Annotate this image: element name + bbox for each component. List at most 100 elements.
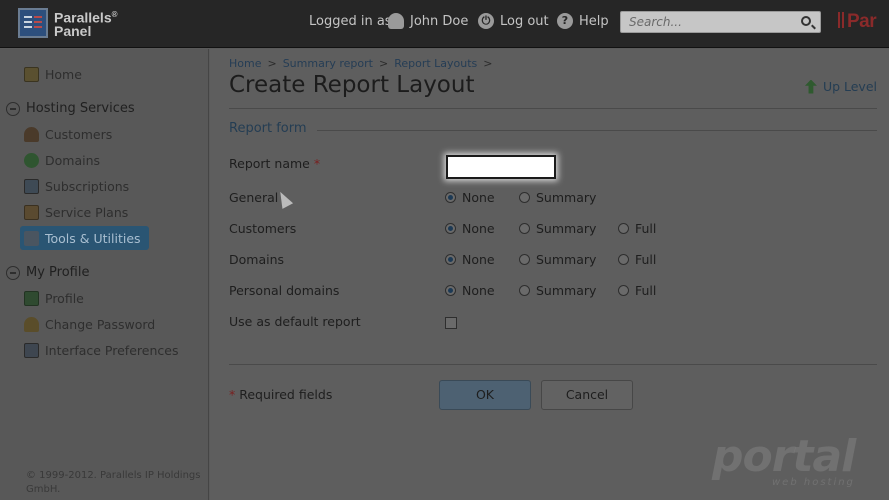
customers-radio-summary[interactable]: Summary — [519, 221, 596, 236]
sidebar-item-label: Profile — [45, 290, 84, 306]
search-input[interactable] — [621, 12, 791, 32]
ok-button[interactable]: OK — [439, 380, 531, 410]
breadcrumb-separator: > — [267, 57, 277, 70]
copyright-text: © 1999-2012. Parallels IP Holdings GmbH. — [26, 470, 201, 495]
user-name-link[interactable]: John Doe — [410, 14, 468, 29]
required-asterisk: * — [229, 387, 236, 402]
user-icon — [388, 13, 404, 29]
sidebar-item-home[interactable]: Home — [24, 63, 82, 85]
sidebar-item-label: Service Plans — [45, 204, 129, 220]
main-content: Home > Summary report > Report Layouts >… — [210, 49, 889, 500]
sidebar-item-domains[interactable]: Domains — [24, 149, 100, 171]
radio-icon[interactable] — [519, 285, 530, 296]
up-arrow-icon — [804, 79, 817, 94]
default-report-checkbox[interactable] — [445, 317, 457, 329]
logout-link[interactable]: Log out — [500, 14, 549, 29]
title-divider — [229, 108, 877, 109]
radio-label: None — [462, 283, 495, 298]
report-name-input[interactable] — [446, 155, 556, 179]
report-name-label: Report name * — [229, 156, 320, 171]
radio-selected-icon[interactable] — [445, 285, 456, 296]
radio-icon[interactable] — [519, 192, 530, 203]
radio-icon[interactable] — [519, 223, 530, 234]
sidebar-item-tools-utilities[interactable]: Tools & Utilities — [20, 226, 149, 250]
personal-domains-radio-full[interactable]: Full — [618, 283, 656, 298]
domains-radio-full[interactable]: Full — [618, 252, 656, 267]
section-label: My Profile — [26, 265, 90, 280]
breadcrumb-home[interactable]: Home — [229, 57, 261, 70]
breadcrumb-summary-report[interactable]: Summary report — [283, 57, 373, 70]
radio-selected-icon[interactable] — [445, 223, 456, 234]
sidebar-item-label: Tools & Utilities — [45, 230, 141, 246]
default-report-label: Use as default report — [229, 314, 361, 329]
cancel-button[interactable]: Cancel — [541, 380, 633, 410]
personal-domains-radio-summary[interactable]: Summary — [519, 283, 596, 298]
sidebar-item-interface-preferences[interactable]: Interface Preferences — [24, 339, 178, 361]
logo-registered-mark: ® — [111, 10, 118, 20]
general-radio-summary[interactable]: Summary — [519, 190, 596, 205]
breadcrumb-report-layouts[interactable]: Report Layouts — [394, 57, 477, 70]
general-radio-none[interactable]: None — [445, 190, 495, 205]
customers-radio-none[interactable]: None — [445, 221, 495, 236]
collapse-icon[interactable] — [6, 101, 20, 116]
sidebar-section-hosting-services[interactable]: Hosting Services — [6, 101, 135, 116]
parallels-logo[interactable]: Parallels® Panel — [18, 8, 118, 38]
sidebar-item-label: Subscriptions — [45, 178, 130, 194]
breadcrumb-separator: > — [378, 57, 389, 70]
radio-icon[interactable] — [519, 254, 530, 265]
sidebar-section-my-profile[interactable]: My Profile — [6, 265, 89, 280]
domains-label: Domains — [229, 252, 285, 267]
up-level-link[interactable]: Up Level — [804, 79, 877, 94]
customer-icon — [24, 126, 39, 142]
personal-domains-radio-none[interactable]: None — [445, 283, 495, 298]
collapse-icon[interactable] — [6, 265, 20, 280]
section-label: Hosting Services — [26, 101, 135, 116]
form-bottom-divider — [229, 364, 877, 365]
subscriptions-icon — [24, 178, 39, 194]
parallels-brand-logo: Par — [838, 11, 877, 33]
radio-icon[interactable] — [618, 223, 629, 234]
logout-icon[interactable]: ⏻ — [478, 13, 494, 29]
parallels-logo-icon — [18, 8, 48, 38]
radio-label: Summary — [536, 283, 597, 298]
logo-line2: Panel — [54, 22, 92, 39]
radio-selected-icon[interactable] — [445, 192, 456, 203]
radio-label: Full — [635, 221, 657, 236]
domains-radio-none[interactable]: None — [445, 252, 495, 267]
breadcrumb: Home > Summary report > Report Layouts > — [229, 57, 493, 70]
logo-text: Parallels® Panel — [54, 8, 118, 38]
watermark-text: portal — [712, 431, 856, 482]
sidebar-item-service-plans[interactable]: Service Plans — [24, 201, 128, 223]
sidebar-item-subscriptions[interactable]: Subscriptions — [24, 175, 129, 197]
section-divider — [317, 130, 877, 131]
sidebar-item-profile[interactable]: Profile — [24, 287, 84, 309]
brand-text: Par — [847, 11, 877, 32]
sidebar-item-change-password[interactable]: Change Password — [24, 313, 155, 335]
sidebar-item-customers[interactable]: Customers — [24, 123, 112, 145]
radio-label: Summary — [536, 252, 597, 267]
radio-label: Summary — [536, 190, 597, 205]
search-icon[interactable] — [801, 16, 811, 26]
radio-selected-icon[interactable] — [445, 254, 456, 265]
page-title: Create Report Layout — [229, 72, 475, 98]
customers-radio-full[interactable]: Full — [618, 221, 656, 236]
preferences-icon — [24, 342, 39, 358]
customers-label: Customers — [229, 221, 297, 236]
required-asterisk: * — [313, 156, 321, 171]
sidebar-item-label: Change Password — [45, 316, 156, 332]
radio-icon[interactable] — [618, 254, 629, 265]
help-icon[interactable]: ? — [557, 13, 573, 29]
logged-in-as-label: Logged in as — [309, 14, 392, 29]
required-fields-note: * Required fields — [229, 387, 332, 402]
breadcrumb-separator: > — [483, 57, 493, 70]
sidebar-item-label: Interface Preferences — [45, 342, 179, 358]
radio-label: Full — [635, 252, 657, 267]
radio-icon[interactable] — [618, 285, 629, 296]
up-level-label: Up Level — [822, 79, 877, 94]
watermark-subtext: web hosting — [772, 477, 855, 488]
domains-radio-summary[interactable]: Summary — [519, 252, 596, 267]
tools-icon — [24, 230, 39, 246]
parallels-bars-icon — [838, 12, 844, 28]
help-link[interactable]: Help — [579, 14, 609, 29]
service-plans-icon — [24, 204, 39, 220]
